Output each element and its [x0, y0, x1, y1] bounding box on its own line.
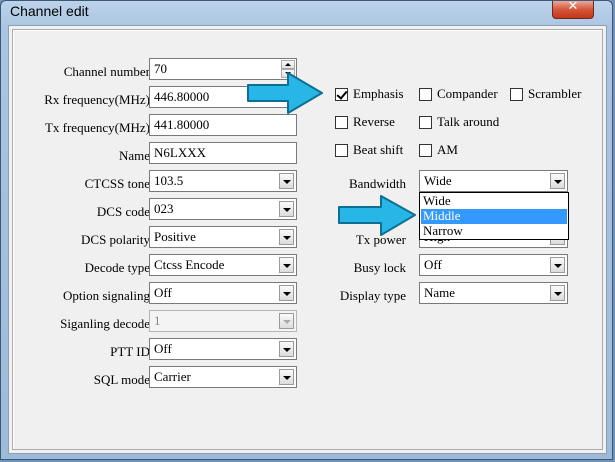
am-label: AM — [437, 142, 458, 157]
reverse-checkbox[interactable] — [335, 116, 348, 129]
option-signaling-label: Option signaling — [62, 288, 150, 303]
bandwidth-value: Wide — [424, 173, 452, 188]
dropdown-arrow-icon[interactable] — [279, 229, 294, 245]
option-signaling-value: Off — [154, 285, 172, 300]
sql-mode-value: Carrier — [154, 369, 191, 384]
rx-frequency-label: Rx frequency(MHz) — [44, 92, 150, 107]
signaling-decode-value: 1 — [154, 313, 161, 328]
ctcss-tone-label: CTCSS tone — [84, 176, 150, 191]
display-type-value: Name — [424, 285, 456, 300]
dropdown-arrow-icon[interactable] — [550, 173, 565, 189]
ptt-id-value: Off — [154, 341, 172, 356]
ptt-id-label: PTT ID — [110, 344, 150, 359]
channel-number-value: 70 — [154, 61, 167, 76]
tx-frequency-label: Tx frequency(MHz) — [44, 120, 150, 135]
dropdown-arrow-icon[interactable] — [279, 201, 294, 217]
scrambler-checkbox[interactable] — [510, 88, 523, 101]
compander-label: Compander — [437, 86, 498, 101]
name-value: N6LXXX — [154, 145, 206, 160]
bandwidth-option-wide[interactable]: Wide — [421, 194, 567, 209]
busy-lock-select[interactable]: Off — [419, 254, 568, 276]
dropdown-arrow-icon[interactable] — [279, 369, 294, 385]
beat-shift-label: Beat shift — [353, 142, 404, 157]
emphasis-label: Emphasis — [353, 86, 404, 101]
signaling-decode-select: 1 — [149, 310, 297, 332]
dcs-polarity-value: Positive — [154, 229, 196, 244]
display-type-select[interactable]: Name — [419, 282, 568, 304]
name-label: Name — [118, 148, 150, 163]
sql-mode-label: SQL mode — [93, 372, 150, 387]
sql-mode-select[interactable]: Carrier — [149, 366, 297, 388]
reverse-label: Reverse — [353, 114, 395, 129]
busy-lock-value: Off — [424, 257, 442, 272]
dropdown-arrow-icon[interactable] — [279, 285, 294, 301]
busy-lock-label: Busy lock — [353, 260, 406, 275]
ctcss-tone-value: 103.5 — [154, 173, 184, 188]
channel-edit-window: Channel edit ✕ Channel number 70 Rx freq… — [0, 0, 613, 460]
dropdown-arrow-icon — [279, 313, 294, 329]
talk-around-label: Talk around — [437, 114, 500, 129]
close-button[interactable]: ✕ — [552, 0, 594, 19]
display-type-label: Display type — [339, 288, 406, 303]
dropdown-arrow-icon[interactable] — [279, 173, 294, 189]
ctcss-tone-select[interactable]: 103.5 — [149, 170, 297, 192]
bandwidth-select[interactable]: Wide — [419, 170, 568, 192]
dropdown-arrow-icon[interactable] — [550, 257, 565, 273]
dcs-code-select[interactable]: 023 — [149, 198, 297, 220]
dcs-polarity-label: DCS polarity — [81, 232, 150, 247]
callout-arrow-icon — [247, 72, 323, 114]
spin-up-icon[interactable] — [281, 60, 295, 69]
dcs-polarity-select[interactable]: Positive — [149, 226, 297, 248]
bandwidth-dropdown-list[interactable]: Wide Middle Narrow — [419, 192, 569, 240]
decode-type-value: Ctcss Encode — [154, 257, 225, 272]
name-input[interactable]: N6LXXX — [149, 142, 297, 164]
title-bar[interactable]: Channel edit ✕ — [1, 0, 612, 25]
bandwidth-option-narrow[interactable]: Narrow — [421, 224, 567, 239]
window-title: Channel edit — [10, 3, 89, 19]
option-signaling-select[interactable]: Off — [149, 282, 297, 304]
beat-shift-checkbox[interactable] — [335, 144, 348, 157]
scrambler-label: Scrambler — [528, 86, 582, 101]
ptt-id-select[interactable]: Off — [149, 338, 297, 360]
talk-around-checkbox[interactable] — [419, 116, 432, 129]
dcs-code-value: 023 — [154, 201, 174, 216]
bandwidth-label: Bandwidth — [348, 176, 406, 191]
rx-frequency-value: 446.80000 — [154, 89, 210, 104]
am-checkbox[interactable] — [419, 144, 432, 157]
decode-type-label: Decode type — [84, 260, 150, 275]
tx-frequency-value: 441.80000 — [154, 117, 210, 132]
dropdown-arrow-icon[interactable] — [279, 341, 294, 357]
dropdown-arrow-icon[interactable] — [550, 285, 565, 301]
bandwidth-option-middle[interactable]: Middle — [421, 209, 567, 224]
emphasis-checkbox[interactable] — [335, 88, 348, 101]
close-icon: ✕ — [567, 0, 579, 14]
dropdown-arrow-icon[interactable] — [279, 257, 294, 273]
dcs-code-label: DCS code — [96, 204, 150, 219]
channel-number-label: Channel number — [63, 64, 150, 79]
callout-arrow-icon — [338, 195, 416, 236]
signaling-decode-label: Siganling decode — [60, 316, 150, 331]
decode-type-select[interactable]: Ctcss Encode — [149, 254, 297, 276]
compander-checkbox[interactable] — [419, 88, 432, 101]
